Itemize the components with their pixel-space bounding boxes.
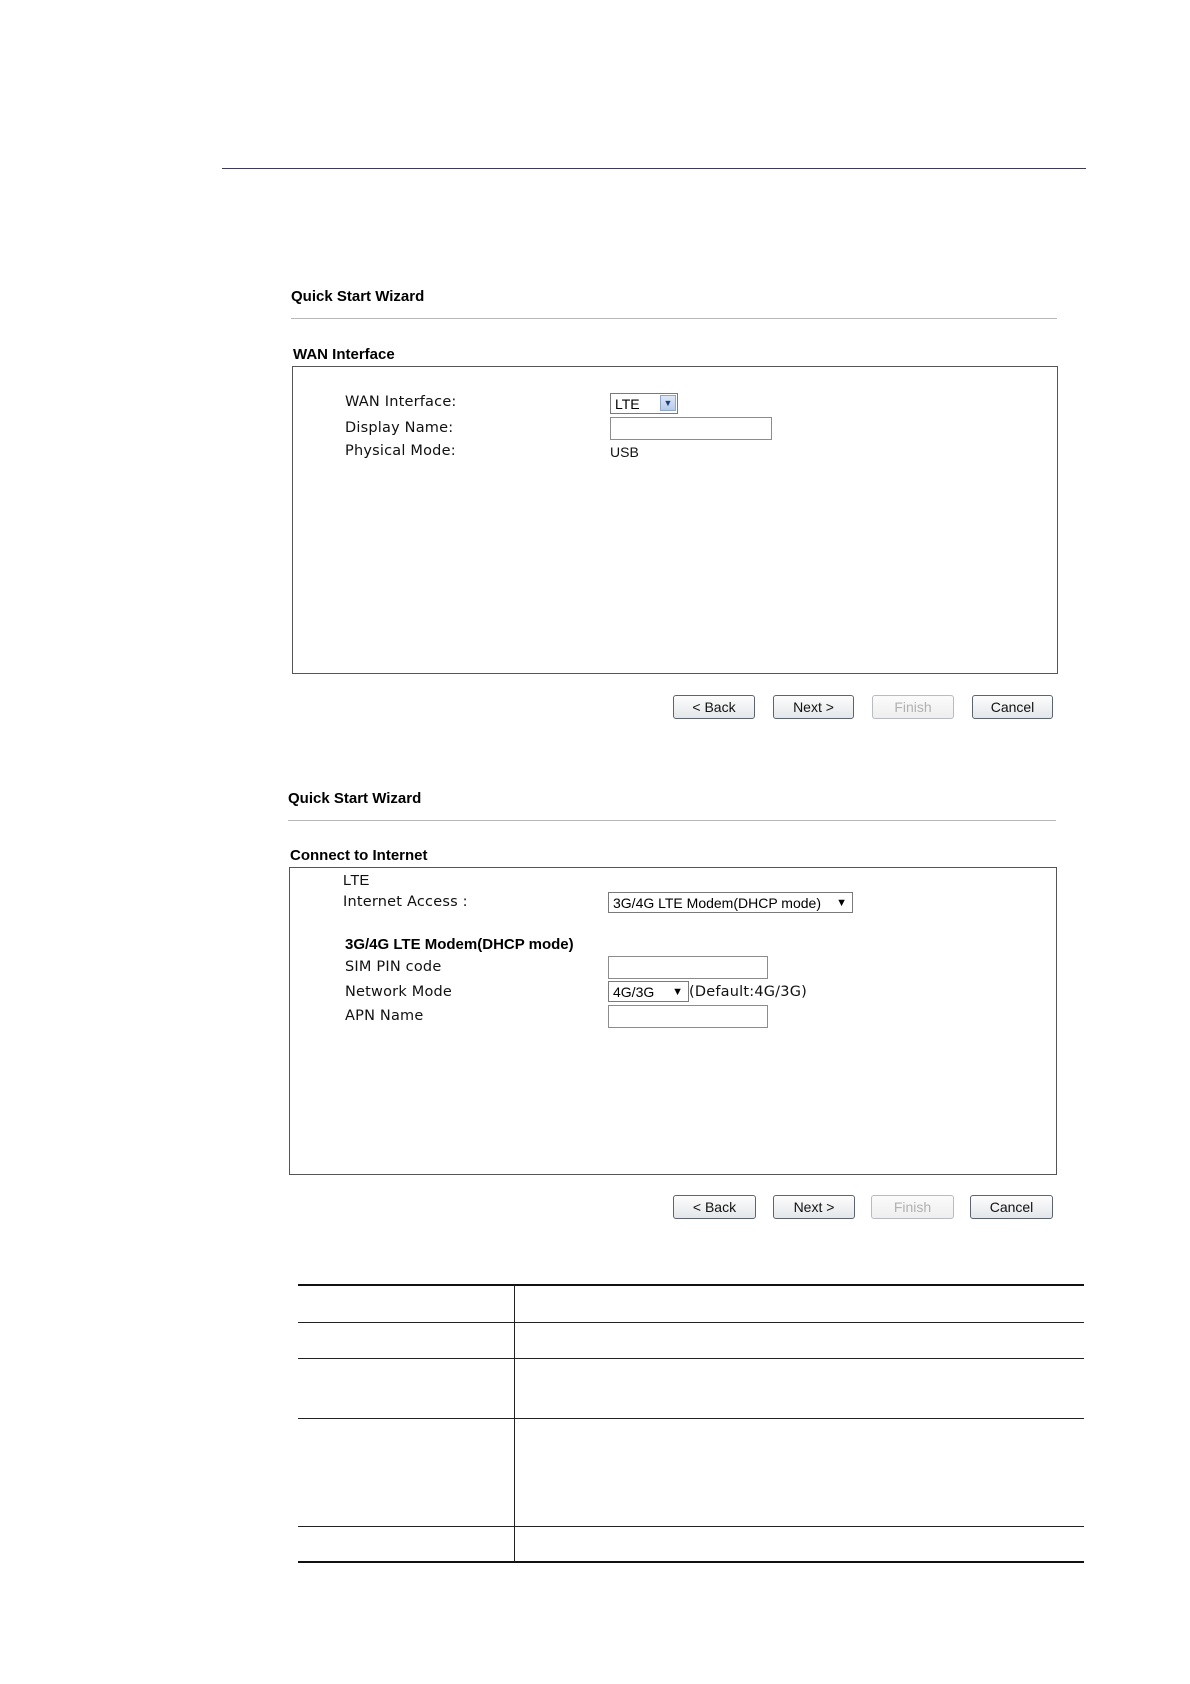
network-mode-value: 4G/3G — [613, 984, 655, 1000]
wizard1-title-rule — [291, 318, 1057, 319]
display-name-label: Display Name: — [345, 420, 454, 436]
wan-interface-label: WAN Interface: — [345, 394, 457, 410]
sim-pin-input[interactable] — [608, 956, 768, 979]
triangle-down-icon: ▼ — [672, 986, 683, 998]
wizard2-next-button[interactable]: Next > — [773, 1195, 855, 1219]
chevron-down-icon: ▼ — [660, 395, 676, 411]
wizard2-title: Quick Start Wizard — [288, 790, 422, 807]
wizard1-section-title: WAN Interface — [293, 346, 395, 363]
wizard2-finish-button[interactable]: Finish — [871, 1195, 954, 1219]
wizard1-title: Quick Start Wizard — [291, 288, 425, 305]
interface-name: LTE — [343, 872, 370, 889]
table-top-rule — [298, 1284, 1084, 1286]
wizard2-title-rule — [288, 820, 1056, 821]
internet-access-label: Internet Access : — [343, 894, 468, 910]
table-column-divider — [514, 1285, 515, 1562]
wizard2-cancel-button[interactable]: Cancel — [970, 1195, 1053, 1219]
wizard1-cancel-button[interactable]: Cancel — [972, 695, 1053, 719]
apn-name-input[interactable] — [608, 1005, 768, 1028]
wizard1-finish-button[interactable]: Finish — [872, 695, 954, 719]
table-row-rule — [298, 1526, 1084, 1527]
wizard2-section-title: Connect to Internet — [290, 847, 428, 864]
internet-access-value: 3G/4G LTE Modem(DHCP mode) — [613, 895, 821, 911]
table-row-rule — [298, 1322, 1084, 1323]
triangle-down-icon: ▼ — [836, 897, 847, 909]
network-mode-label: Network Mode — [345, 984, 453, 1000]
network-mode-default: (Default:4G/3G) — [689, 984, 807, 1000]
physical-mode-label: Physical Mode: — [345, 443, 456, 459]
apn-name-label: APN Name — [345, 1008, 424, 1024]
wizard2-back-button[interactable]: < Back — [673, 1195, 756, 1219]
table-row-rule — [298, 1418, 1084, 1419]
physical-mode-value: USB — [610, 444, 639, 460]
network-mode-select[interactable]: 4G/3G ▼ — [608, 981, 689, 1002]
wizard1-back-button[interactable]: < Back — [673, 695, 755, 719]
table-row-rule — [298, 1358, 1084, 1359]
wan-interface-value: LTE — [615, 396, 640, 412]
wizard1-next-button[interactable]: Next > — [773, 695, 854, 719]
wan-interface-select[interactable]: LTE ▼ — [610, 393, 678, 414]
table-bottom-rule — [298, 1561, 1084, 1563]
page-header-rule — [222, 168, 1086, 169]
sim-pin-label: SIM PIN code — [345, 959, 442, 975]
internet-access-select[interactable]: 3G/4G LTE Modem(DHCP mode) ▼ — [608, 892, 853, 913]
display-name-input[interactable] — [610, 417, 772, 440]
mode-heading: 3G/4G LTE Modem(DHCP mode) — [345, 936, 574, 953]
